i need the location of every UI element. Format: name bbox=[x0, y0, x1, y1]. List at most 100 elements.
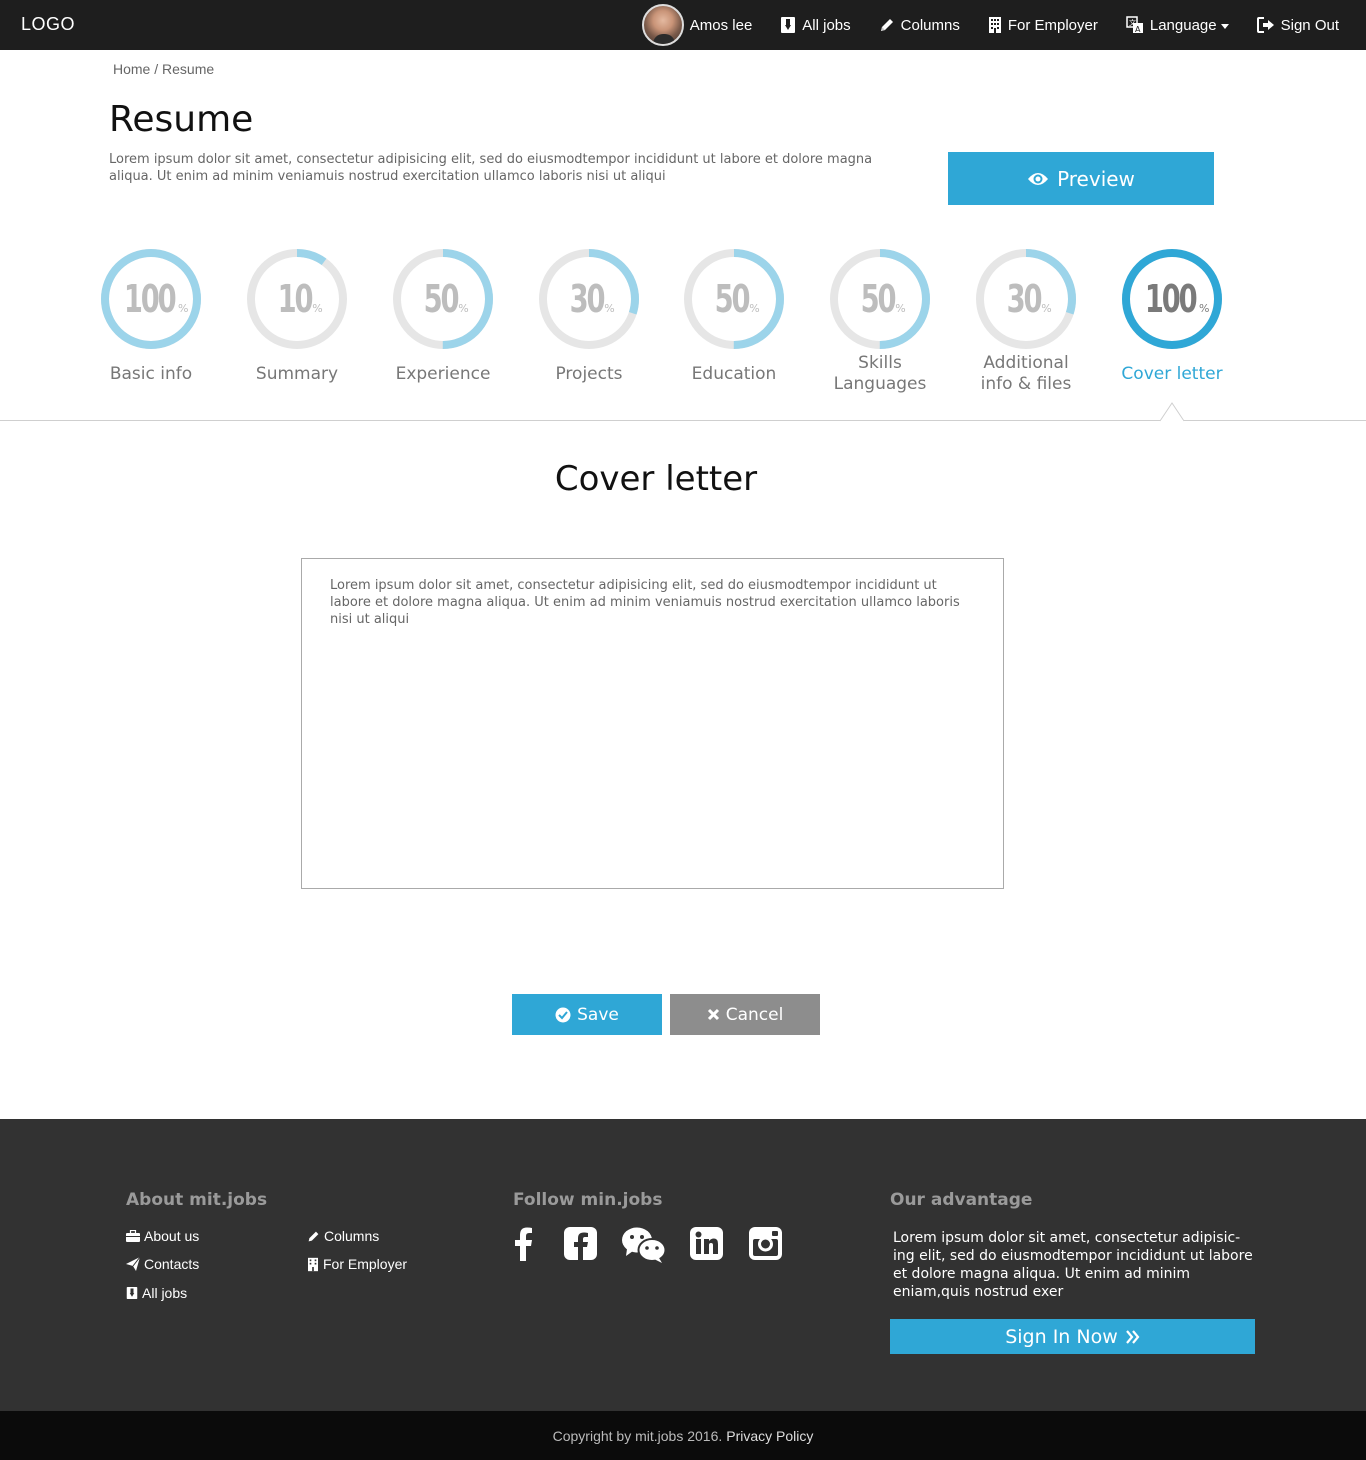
breadcrumb-home[interactable]: Home bbox=[113, 61, 150, 77]
progress-percent-sign: % bbox=[604, 301, 615, 315]
privacy-policy-link[interactable]: Privacy Policy bbox=[726, 1428, 813, 1444]
step-label: Summary bbox=[224, 364, 370, 385]
step-label: Skills Languages bbox=[807, 353, 953, 395]
footer-follow-heading: Follow min.jobs bbox=[513, 1190, 663, 1210]
footer-link-columns[interactable]: Columns bbox=[307, 1228, 379, 1244]
progress-ring: 30% bbox=[538, 248, 640, 350]
progress-ring: 50% bbox=[829, 248, 931, 350]
progress-percent-value: 100 bbox=[123, 277, 176, 321]
step-skills-languages[interactable]: 50% Skills Languages bbox=[807, 248, 953, 395]
footer: About mit.jobs About us Columns Contacts… bbox=[0, 1119, 1366, 1411]
cancel-button[interactable]: Cancel bbox=[670, 994, 820, 1035]
progress-percent: 50% bbox=[829, 248, 931, 350]
progress-percent-value: 30 bbox=[569, 277, 606, 321]
progress-ring: 10% bbox=[246, 248, 348, 350]
step-label-line: Basic info bbox=[109, 364, 193, 384]
footer-link-all-jobs-label: All jobs bbox=[142, 1285, 188, 1301]
progress-percent: 100% bbox=[100, 248, 202, 350]
step-education[interactable]: 50% Education bbox=[661, 248, 807, 385]
footer-link-all-jobs[interactable]: All jobs bbox=[126, 1285, 187, 1301]
footer-link-contacts[interactable]: Contacts bbox=[126, 1256, 199, 1272]
breadcrumb: Home / Resume bbox=[113, 61, 214, 77]
sign-in-now-button[interactable]: Sign In Now bbox=[890, 1319, 1255, 1354]
footer-link-for-employer[interactable]: For Employer bbox=[307, 1256, 407, 1272]
user-name: Amos lee bbox=[689, 16, 753, 34]
active-step-pointer bbox=[1160, 402, 1184, 422]
wechat-icon[interactable] bbox=[622, 1227, 666, 1263]
progress-percent-sign: % bbox=[749, 301, 760, 315]
step-experience[interactable]: 50% Experience bbox=[370, 248, 516, 385]
nav-all-jobs[interactable]: All jobs bbox=[766, 0, 864, 50]
save-button[interactable]: Save bbox=[512, 994, 662, 1035]
sign-out-icon bbox=[1256, 17, 1275, 33]
step-label-line: Skills bbox=[858, 353, 902, 373]
cover-letter-title: Cover letter bbox=[554, 459, 758, 499]
progress-percent-sign: % bbox=[1041, 301, 1052, 315]
progress-percent-sign: % bbox=[458, 301, 469, 315]
progress-percent: 50% bbox=[392, 248, 494, 350]
linkedin-icon[interactable] bbox=[690, 1227, 723, 1260]
progress-percent: 30% bbox=[538, 248, 640, 350]
badge-icon bbox=[780, 16, 796, 34]
double-chevron-right-icon bbox=[1125, 1329, 1140, 1344]
briefcase-icon bbox=[126, 1230, 140, 1242]
pencil-icon bbox=[879, 17, 895, 33]
step-cover-letter[interactable]: 100% Cover letter bbox=[1099, 248, 1245, 385]
nav-for-employer-label: For Employer bbox=[1007, 16, 1098, 34]
progress-percent-sign: % bbox=[895, 301, 906, 315]
footer-link-about-us[interactable]: About us bbox=[126, 1228, 199, 1244]
step-label: Additional info & files bbox=[953, 353, 1099, 395]
check-circle-icon bbox=[555, 1007, 571, 1022]
step-label-line: Languages bbox=[833, 374, 927, 394]
progress-steps: 100% Basic info 10% Summary 50% Experience 30%… bbox=[0, 248, 1366, 421]
step-label: Education bbox=[661, 364, 807, 385]
copyright-bar: Copyright by mit.jobs 2016. Privacy Poli… bbox=[0, 1411, 1366, 1460]
step-label-line: Cover letter bbox=[1121, 364, 1223, 384]
logo[interactable]: LOGO bbox=[21, 14, 75, 35]
badge-icon bbox=[126, 1287, 138, 1299]
step-label-line: Education bbox=[691, 364, 777, 384]
user-menu[interactable]: Amos lee bbox=[628, 0, 767, 50]
progress-percent-sign: % bbox=[177, 301, 189, 315]
progress-percent: 10% bbox=[246, 248, 348, 350]
progress-ring: 100% bbox=[100, 248, 202, 350]
nav-menu: Amos lee All jobs Columns For Employer A… bbox=[628, 0, 1366, 50]
preview-button[interactable]: Preview bbox=[948, 152, 1214, 205]
step-label-line: Experience bbox=[395, 364, 491, 384]
nav-for-employer[interactable]: For Employer bbox=[974, 0, 1112, 50]
avatar bbox=[641, 4, 684, 46]
nav-columns[interactable]: Columns bbox=[865, 0, 974, 50]
step-label: Experience bbox=[370, 364, 516, 385]
nav-sign-out[interactable]: Sign Out bbox=[1243, 0, 1366, 50]
progress-percent-value: 30 bbox=[1006, 277, 1043, 321]
save-label: Save bbox=[577, 1004, 619, 1025]
step-basic-info[interactable]: 100% Basic info bbox=[78, 248, 224, 385]
cover-letter-textarea[interactable]: Lorem ipsum dolor sit amet, consectetur … bbox=[301, 558, 1004, 889]
sign-in-now-label: Sign In Now bbox=[1005, 1325, 1118, 1348]
building-icon bbox=[308, 1257, 318, 1271]
step-projects[interactable]: 30% Projects bbox=[516, 248, 662, 385]
footer-link-about-us-label: About us bbox=[144, 1228, 200, 1244]
footer-advantage-heading: Our advantage bbox=[890, 1190, 1033, 1210]
close-icon bbox=[707, 1008, 719, 1021]
facebook-square-icon[interactable] bbox=[564, 1227, 597, 1260]
facebook-icon[interactable] bbox=[513, 1227, 533, 1261]
step-label: Cover letter bbox=[1099, 364, 1245, 385]
instagram-icon[interactable] bbox=[749, 1227, 782, 1260]
page-title: Resume bbox=[109, 99, 254, 140]
footer-advantage-text: Lorem ipsum dolor sit amet, consectetur … bbox=[893, 1230, 1253, 1300]
step-summary[interactable]: 10% Summary bbox=[224, 248, 370, 385]
building-icon bbox=[988, 16, 1002, 34]
nav-language[interactable]: A文 Language bbox=[1112, 0, 1243, 50]
progress-percent-value: 10 bbox=[277, 277, 314, 321]
footer-about-heading: About mit.jobs bbox=[126, 1190, 268, 1210]
step-label: Basic info bbox=[78, 364, 224, 385]
nav-sign-out-label: Sign Out bbox=[1280, 16, 1339, 34]
progress-percent-value: 100 bbox=[1144, 277, 1197, 321]
step-label-line: info & files bbox=[980, 374, 1072, 394]
paper-plane-icon bbox=[126, 1257, 140, 1271]
top-navbar: LOGO Amos lee All jobs Columns For Emplo… bbox=[0, 0, 1366, 50]
step-additional-info-files[interactable]: 30% Additional info & files bbox=[953, 248, 1099, 395]
progress-percent-value: 50 bbox=[860, 277, 897, 321]
progress-percent: 50% bbox=[683, 248, 785, 350]
